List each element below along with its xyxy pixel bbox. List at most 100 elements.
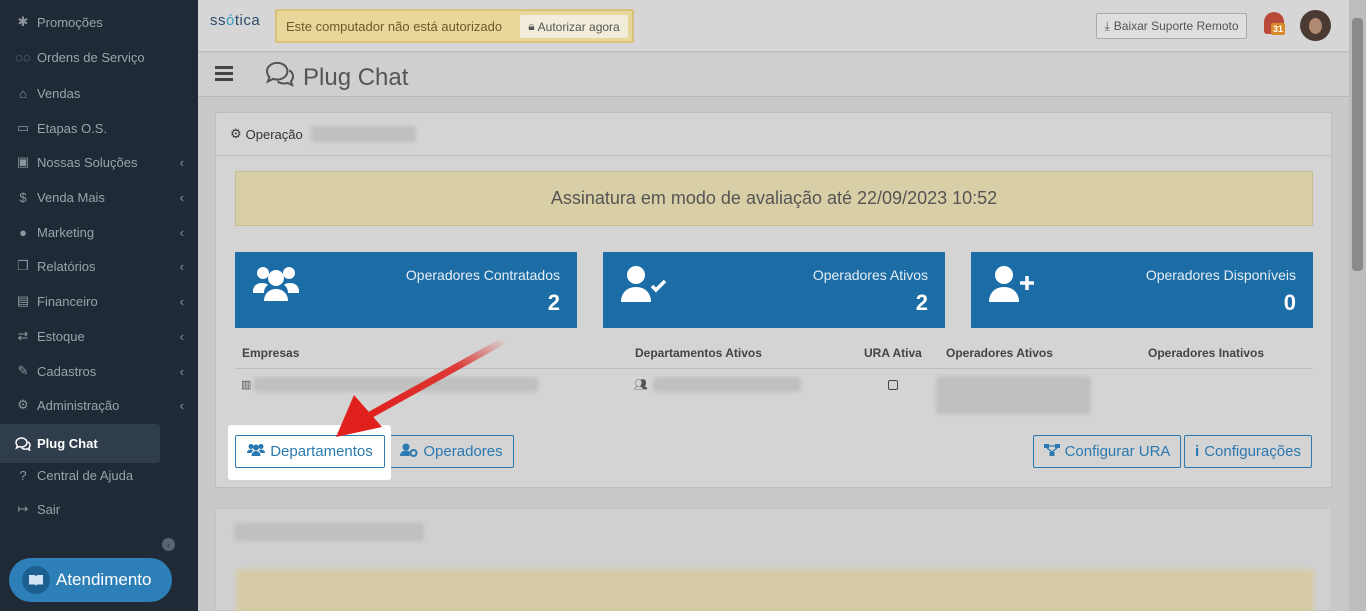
sidebar-item-label: Administração [37, 397, 120, 413]
stat-contracted-operators: Operadores Contratados 2 [235, 252, 577, 328]
blurred-card-title [234, 523, 424, 541]
sidebar-item-central-de-ajuda[interactable]: ? Central de Ajuda [0, 458, 198, 492]
sidebar-item-label: Ordens de Serviço [37, 49, 145, 65]
download-remote-support-button[interactable]: ⤓ Baixar Suporte Remoto [1096, 13, 1247, 39]
sidebar-item-venda-mais[interactable]: $ Venda Mais ‹ [0, 180, 198, 214]
user-plus-icon [989, 264, 1035, 307]
authorization-warning: Este computador não está autorizado 🔒︎ A… [275, 9, 634, 43]
page-title-text: Plug Chat [303, 63, 409, 91]
sidebar-item-label: Relatórios [37, 258, 96, 274]
sidebar-item-relatorios[interactable]: ❐ Relatórios ‹ [0, 249, 198, 283]
sidebar-item-financeiro[interactable]: ▤ Financeiro ‹ [0, 284, 198, 318]
authorize-button[interactable]: 🔒︎ Autorizar agora [520, 15, 628, 38]
chevron-left-icon: ‹ [179, 225, 184, 240]
notifications-button[interactable]: 31 [1264, 12, 1286, 38]
atendimento-label: Atendimento [56, 570, 152, 589]
sidebar-item-label: Central de Ajuda [37, 467, 134, 483]
chevron-left-icon: ‹ [179, 329, 184, 344]
sidebar-item-estoque[interactable]: ⇄ Estoque ‹ [0, 319, 198, 353]
sidebar-item-promocoes[interactable]: ✱ Promoções [0, 5, 198, 39]
scrollbar-thumb[interactable] [1352, 18, 1363, 271]
chevron-left-icon: ‹ [179, 259, 184, 274]
atendimento-button[interactable]: Atendimento [9, 558, 172, 602]
stat-label: Operadores Ativos [812, 267, 928, 283]
sidebar-item-sair[interactable]: ↦ Sair [0, 492, 198, 526]
stat-available-operators: Operadores Disponíveis 0 [971, 252, 1313, 328]
chevron-left-icon: ‹ [179, 155, 184, 170]
sidebar-item-marketing[interactable]: ● Marketing ‹ [0, 215, 198, 249]
column-header-operadores-inativos: Operadores Inativos [1148, 346, 1265, 360]
configuracoes-label: Configurações [1204, 443, 1301, 460]
card-header: ⚙ Operação [216, 113, 1331, 156]
building-icon: ▥ [241, 379, 252, 391]
stat-label: Operadores Disponíveis [1145, 267, 1296, 283]
cogs-icon: ⚙ [17, 397, 29, 412]
top-bar: ssótica Este computador não está autoriz… [198, 0, 1349, 52]
trial-alert-text: Assinatura em modo de avaliação até 22/0… [550, 188, 998, 208]
chevron-left-icon: ‹ [179, 398, 184, 413]
configuracoes-button[interactable]: i Configurações [1184, 435, 1312, 468]
lock-icon: 🔒︎ [528, 19, 535, 33]
sidebar-item-label: Sair [37, 501, 61, 517]
configurar-ura-label: Configurar URA [1064, 443, 1171, 460]
basket-icon: ⌂ [19, 85, 27, 101]
blurred-departments [653, 377, 801, 392]
sidebar-item-label: Cadastros [37, 363, 97, 379]
book-icon [22, 566, 50, 594]
question-icon: ? [19, 467, 27, 483]
departamentos-label: Departamentos [270, 443, 373, 460]
sidebar-item-label: Venda Mais [37, 189, 105, 205]
sidebar-item-administracao[interactable]: ⚙ Administração ‹ [0, 388, 198, 422]
configurar-ura-button[interactable]: Configurar URA [1033, 435, 1181, 468]
stat-value: 2 [915, 290, 928, 315]
authorize-label: Autorizar agora [537, 19, 620, 34]
cogs-icon: ⚙ [230, 126, 242, 141]
briefcase-icon: ▣ [16, 154, 30, 169]
sidebar-item-label: Plug Chat [37, 436, 98, 451]
stat-value: 0 [1283, 290, 1296, 315]
column-header-empresas: Empresas [242, 346, 300, 360]
sidebar-item-nossas-solucoes[interactable]: ▣ Nossas Soluções ‹ [0, 145, 198, 179]
sidebar-item-label: Etapas O.S. [37, 120, 108, 136]
dollar-icon: $ [19, 189, 27, 205]
user-check-icon [621, 264, 667, 307]
comments-icon: ● [19, 224, 27, 240]
collapse-sidebar-button[interactable]: ‹ [162, 538, 175, 551]
avatar-face [1309, 18, 1322, 34]
column-header-operadores-ativos: Operadores Ativos [946, 346, 1053, 360]
page-scrollbar[interactable] [1349, 0, 1366, 611]
sidebar-item-label: Nossas Soluções [37, 154, 138, 170]
avatar[interactable] [1300, 10, 1331, 41]
operadores-label: Operadores [423, 443, 503, 460]
sidebar-item-etapas-os[interactable]: ▭ Etapas O.S. [0, 111, 198, 145]
page-title: Plug Chat [265, 61, 408, 94]
sitemap-icon [1043, 443, 1060, 461]
logo-suffix: tica [234, 12, 261, 29]
stat-active-operators: Operadores Ativos 2 [603, 252, 945, 328]
chevron-left-icon: ‹ [179, 190, 184, 205]
chat-icon [14, 436, 32, 451]
stat-label: Operadores Contratados [405, 267, 560, 283]
sidebar-item-ordens-de-servico[interactable]: ◌◌ Ordens de Serviço [0, 40, 198, 74]
users-small-icon: 👥︎ [634, 379, 648, 391]
column-header-ura-ativa: URA Ativa [864, 346, 922, 360]
column-header-departamentos-ativos: Departamentos Ativos [635, 346, 762, 360]
sign-out-icon: ↦ [17, 501, 29, 516]
edit-icon: ✎ [17, 363, 29, 378]
stat-value: 2 [547, 290, 560, 315]
chevron-left-icon: ‹ [179, 364, 184, 379]
logo: ssótica [210, 12, 260, 29]
sidebar-item-label: Vendas [37, 85, 81, 101]
menu-toggle-icon[interactable] [215, 66, 233, 81]
ura-active-checkbox[interactable] [888, 380, 898, 390]
blurred-operation-name [311, 126, 416, 142]
sidebar-item-cadastros[interactable]: ✎ Cadastros ‹ [0, 354, 198, 388]
users-icon [247, 443, 266, 460]
blurred-active-operators [936, 376, 1091, 414]
sidebar-item-label: Financeiro [37, 293, 98, 309]
remote-label: Baixar Suporte Remoto [1113, 19, 1239, 33]
page-header: Plug Chat [198, 53, 1349, 97]
card-title: Operação [245, 126, 303, 142]
sidebar-item-vendas[interactable]: ⌂ Vendas [0, 76, 198, 110]
download-icon: ⤓ [1104, 18, 1110, 33]
